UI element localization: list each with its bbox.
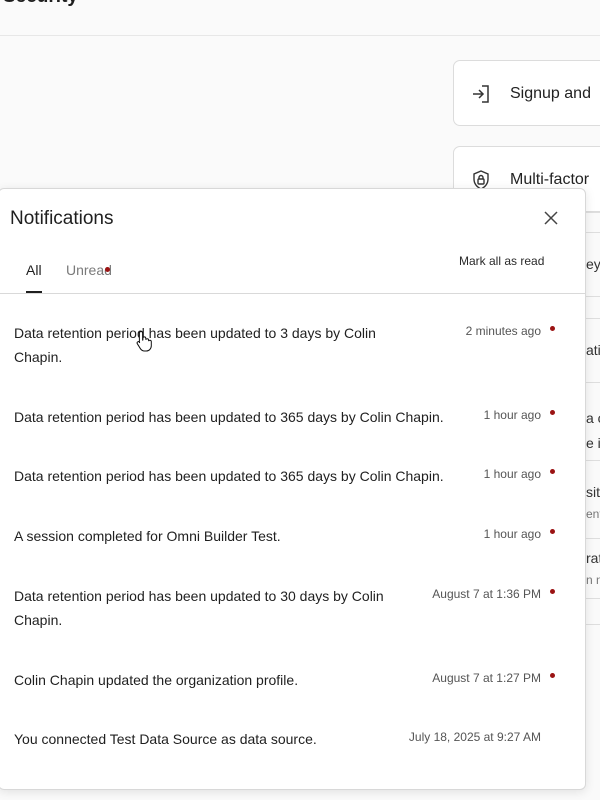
notification-text: Data retention period has been updated t… — [14, 325, 376, 365]
notification-time: July 18, 2025 at 9:27 AM — [408, 730, 541, 744]
notification-item[interactable]: You connected Test Data Source as data s… — [0, 700, 585, 760]
background-text: e i — [586, 435, 600, 451]
notification-time: 1 hour ago — [483, 527, 541, 541]
notification-text: Data retention period has been updated t… — [14, 409, 444, 425]
divider — [586, 296, 600, 297]
top-bar: Security — [0, 0, 600, 36]
divider — [586, 232, 600, 233]
notification-text: You connected Test Data Source as data s… — [14, 731, 317, 747]
unread-dot — [550, 673, 555, 678]
notification-item[interactable]: Data retention period has been updated t… — [0, 557, 585, 641]
notification-text: Data retention period has been updated t… — [14, 468, 444, 484]
notification-text: Data retention period has been updated t… — [14, 588, 384, 628]
sign-in-icon — [470, 83, 492, 105]
notification-time: August 7 at 1:36 PM — [432, 587, 541, 601]
background-text: ents — [586, 507, 600, 521]
notification-time: 1 hour ago — [483, 467, 541, 481]
close-button[interactable] — [542, 209, 560, 227]
background-text: a o — [586, 410, 600, 426]
notification-item[interactable]: Data retention period has been updated t… — [0, 294, 585, 378]
divider — [586, 624, 600, 625]
page-title: Security — [3, 0, 78, 8]
notification-time: 1 hour ago — [483, 408, 541, 422]
divider — [586, 460, 600, 461]
divider — [586, 382, 600, 383]
background-text: atio — [586, 342, 600, 358]
notification-item[interactable]: Data retention period has been updated t… — [0, 378, 585, 438]
notification-time: August 7 at 1:27 PM — [432, 671, 541, 685]
background-text: rat — [586, 550, 600, 566]
unread-indicator-dot — [105, 267, 110, 272]
signup-settings-card[interactable]: Signup and — [453, 60, 600, 126]
tab-all[interactable]: All — [26, 262, 42, 278]
panel-title: Notifications — [10, 208, 114, 229]
unread-dot — [550, 326, 555, 331]
background-text: eys — [586, 256, 600, 272]
close-icon — [544, 211, 558, 225]
notification-text: A session completed for Omni Builder Tes… — [14, 528, 281, 544]
unread-dot — [550, 469, 555, 474]
signup-card-label: Signup and — [510, 85, 591, 102]
unread-dot — [550, 589, 555, 594]
mark-all-read-button[interactable]: Mark all as read — [459, 254, 544, 268]
divider — [586, 318, 600, 319]
unread-dot — [550, 529, 555, 534]
notification-time: 2 minutes ago — [465, 324, 541, 338]
background-text: sito — [586, 484, 600, 500]
mfa-card-label: Multi-factor — [510, 171, 590, 188]
notification-item[interactable]: Data retention period has been updated t… — [0, 437, 585, 497]
divider — [586, 538, 600, 539]
notification-text: Colin Chapin updated the organization pr… — [14, 672, 299, 688]
notification-item[interactable]: A session completed for Omni Builder Tes… — [0, 497, 585, 557]
notification-item[interactable]: Colin Chapin updated the organization pr… — [0, 641, 585, 701]
notifications-panel: Notifications All Unread Mark all as rea… — [0, 188, 586, 790]
background-text: n n — [586, 573, 600, 587]
divider — [586, 212, 600, 213]
divider — [586, 598, 600, 599]
unread-dot — [550, 410, 555, 415]
